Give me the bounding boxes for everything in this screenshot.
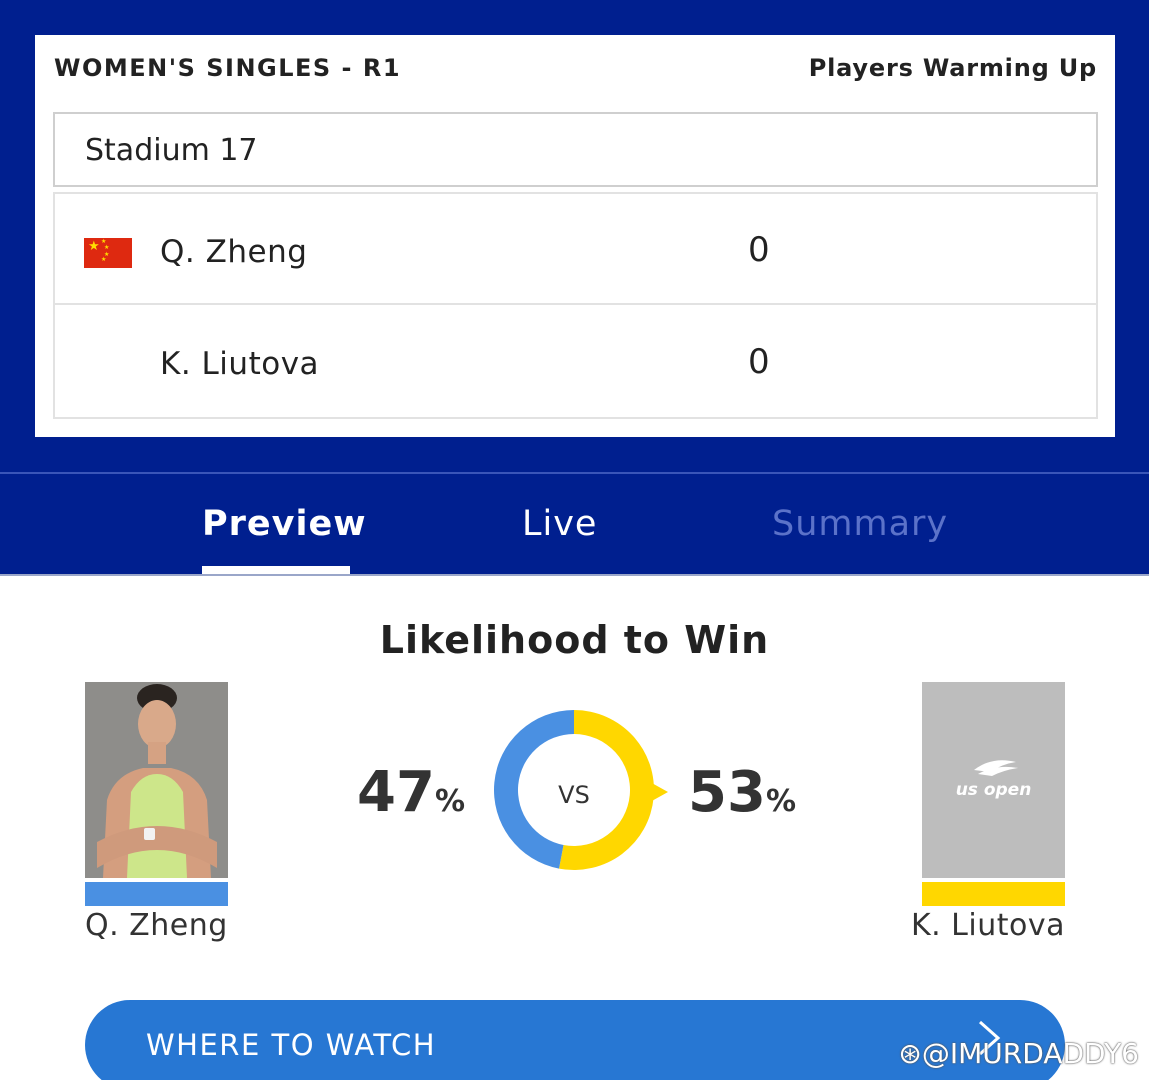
tab-live[interactable]: Live xyxy=(522,504,597,544)
player-row[interactable]: K. Liutova 0 xyxy=(55,306,1096,417)
where-to-watch-label: WHERE TO WATCH xyxy=(146,1028,437,1062)
pointer-triangle xyxy=(650,782,668,802)
active-tab-indicator xyxy=(202,566,350,574)
match-status: Players Warming Up xyxy=(808,54,1097,82)
player-row[interactable]: ★ ★ ★ ★ ★ Q. Zheng 0 xyxy=(55,194,1096,305)
player1-color-bar xyxy=(85,882,228,906)
player2-percentage: 53% xyxy=(688,760,796,825)
player-name: Q. Zheng xyxy=(160,234,308,270)
score-card: WOMEN'S SINGLES - R1 Players Warming Up … xyxy=(35,35,1115,437)
match-header-band: WOMEN'S SINGLES - R1 Players Warming Up … xyxy=(0,0,1149,472)
event-title: WOMEN'S SINGLES - R1 xyxy=(54,54,402,82)
vs-label: VS xyxy=(558,781,590,809)
player-photo xyxy=(85,682,228,878)
us-open-logo-text: us open xyxy=(955,780,1032,800)
percent-sign: % xyxy=(765,784,796,819)
player-score: 0 xyxy=(748,342,770,382)
court-row: Stadium 17 xyxy=(53,112,1098,187)
player-score: 0 xyxy=(748,230,770,270)
watermark: ⊛@IMURDADDY6 xyxy=(898,1037,1139,1070)
tab-summary[interactable]: Summary xyxy=(772,504,948,544)
player-photo-placeholder: us open xyxy=(922,682,1065,878)
player1-percentage: 47% xyxy=(357,760,465,825)
percent-sign: % xyxy=(434,784,465,819)
player1-percent-value: 47 xyxy=(357,760,435,825)
player2-name: K. Liutova xyxy=(910,908,1065,943)
player-name: K. Liutova xyxy=(160,346,320,382)
china-flag-icon: ★ ★ ★ ★ ★ xyxy=(84,238,132,268)
player2-percent-value: 53 xyxy=(688,760,766,825)
win-probability-donut: VS xyxy=(493,710,668,870)
tab-preview[interactable]: Preview xyxy=(202,504,367,544)
player1-name: Q. Zheng xyxy=(85,908,228,943)
court-name: Stadium 17 xyxy=(85,133,258,168)
likelihood-title: Likelihood to Win xyxy=(379,618,770,662)
watermark-text: @IMURDADDY6 xyxy=(921,1037,1139,1070)
player2-color-bar xyxy=(922,882,1065,906)
match-tabs: Preview Live Summary xyxy=(0,472,1149,576)
weibo-icon: ⊛ xyxy=(898,1037,922,1070)
players-table: ★ ★ ★ ★ ★ Q. Zheng 0 K. Liutova 0 xyxy=(53,192,1098,419)
